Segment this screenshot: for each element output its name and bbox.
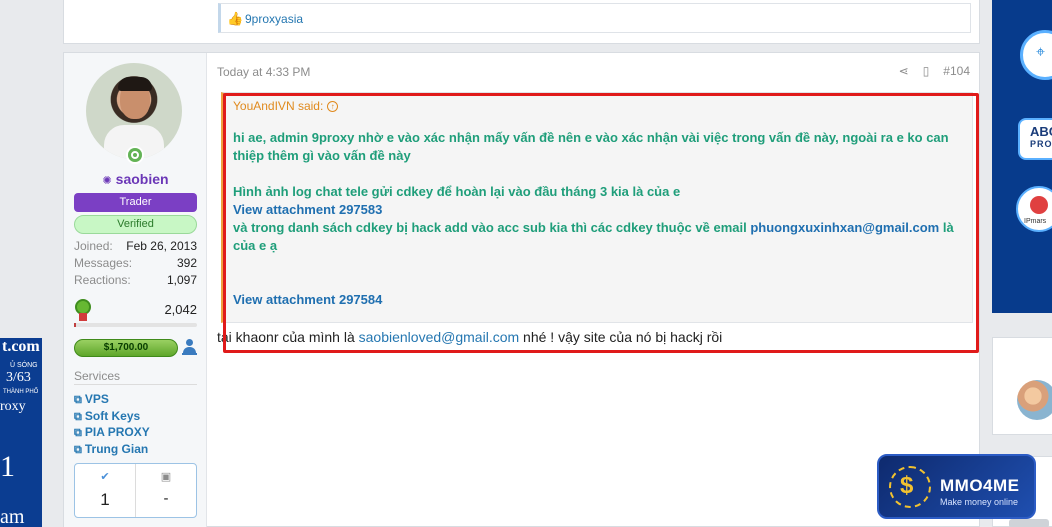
- post-number[interactable]: #104: [943, 64, 970, 78]
- reactions-bar[interactable]: 👍 9proxyasia: [218, 3, 971, 33]
- quote-author: YouAndIVN said:: [233, 99, 324, 113]
- stat-value: 1,097: [166, 273, 197, 287]
- left-ad-text: THÀNH PHỐ: [3, 389, 39, 395]
- balance-badge[interactable]: $1,700.00: [74, 339, 178, 357]
- ipmars-logo: IPmars: [1016, 186, 1052, 232]
- attachment-link[interactable]: View attachment 297584: [233, 291, 965, 309]
- points-value: 2,042: [164, 302, 197, 317]
- bookmark-icon[interactable]: ▯: [923, 64, 930, 78]
- quote-line: Hình ảnh log chat tele gửi cdkey để hoàn…: [233, 184, 681, 199]
- post-104: ✺ saobien Trader Verified Joined: Feb 26,…: [63, 52, 980, 527]
- previous-post: 👍 9proxyasia: [63, 0, 980, 44]
- trade-stat-cell[interactable]: ▣ -: [135, 464, 196, 517]
- username-text: saobien: [115, 171, 169, 187]
- email-link[interactable]: saobienloved@gmail.com: [359, 329, 520, 345]
- trophy-points[interactable]: 2,042: [74, 299, 197, 321]
- user-title-badge: Trader: [74, 193, 197, 212]
- post-body-text: tài khaonr của mình là saobienloved@gmai…: [217, 329, 723, 345]
- quote-block: YouAndIVN said: ↑ hi ae, admin 9proxy nhờ…: [221, 92, 973, 323]
- external-link-icon: ⧉: [74, 427, 82, 439]
- quote-body: hi ae, admin 9proxy nhờ e vào xác nhận m…: [233, 129, 965, 309]
- avatar[interactable]: [86, 63, 182, 159]
- reaction-user-link[interactable]: 9proxyasia: [245, 12, 303, 26]
- stat-row-messages: Messages: 392: [74, 256, 197, 273]
- points-progress-bar: [74, 323, 197, 327]
- verified-badge: Verified: [74, 215, 197, 234]
- dollar-coin-icon: $: [889, 466, 931, 508]
- user-rank-icon: ✺: [102, 175, 112, 187]
- user-info-column: ✺ saobien Trader Verified Joined: Feb 26,…: [64, 53, 207, 527]
- avatar[interactable]: [1017, 380, 1052, 420]
- online-status-icon: [126, 146, 144, 164]
- sidebar-card: [992, 337, 1052, 435]
- username[interactable]: ✺ saobien: [64, 171, 207, 187]
- trade-stat-value: -: [163, 490, 169, 507]
- divider: [74, 384, 197, 385]
- right-ad-banner[interactable]: ⌖ ABCPROXY IPmars: [992, 0, 1052, 313]
- left-ad-text: 3/63: [6, 370, 31, 385]
- external-link-icon: ⧉: [74, 411, 82, 423]
- stat-row-joined: Joined: Feb 26, 2013: [74, 239, 197, 256]
- trade-stat-value: 1: [100, 490, 110, 509]
- service-link-vps[interactable]: ⧉ VPS: [74, 392, 109, 407]
- check-badge-icon: ✔: [100, 471, 110, 483]
- email-link[interactable]: phuongxuxinhxan@gmail.com: [750, 220, 939, 235]
- brand-tagline: Make money online: [940, 497, 1019, 507]
- external-link-icon: ⧉: [74, 444, 82, 456]
- location-pin-icon: ⌖: [1036, 44, 1046, 61]
- arrow-up-icon: ↑: [327, 101, 339, 113]
- thumbs-up-icon: 👍: [227, 11, 244, 26]
- service-link-trung-gian[interactable]: ⧉ Trung Gian: [74, 442, 148, 457]
- services-heading: Services: [74, 369, 121, 383]
- stat-label: Joined:: [74, 239, 113, 253]
- left-ad-text: Ủ SÓNG: [10, 362, 38, 369]
- post-timestamp[interactable]: Today at 4:33 PM: [217, 65, 310, 79]
- quote-header[interactable]: YouAndIVN said: ↑: [224, 93, 972, 119]
- abc-proxy-logo: ABCPROXY: [1018, 118, 1052, 160]
- left-ad-banner[interactable]: t.com Ủ SÓNG 3/63 THÀNH PHỐ roxy 1 am: [0, 338, 42, 527]
- cash-icon: ▣: [160, 471, 172, 483]
- quote-paragraph: hi ae, admin 9proxy nhờ e vào xác nhận m…: [233, 130, 949, 163]
- stat-label: Messages:: [74, 256, 133, 270]
- quote-line: và trong danh sách cdkey bị hack add vào…: [233, 220, 954, 253]
- stat-row-reactions: Reactions: 1,097: [74, 273, 197, 290]
- left-ad-text: 1: [0, 450, 15, 483]
- service-link-soft-keys[interactable]: ⧉ Soft Keys: [74, 409, 140, 424]
- trade-stat-cell[interactable]: ✔ 1: [75, 464, 135, 517]
- mmo4me-badge[interactable]: $ MMO4ME Make money online: [877, 454, 1036, 519]
- stat-label: Reactions:: [74, 273, 131, 287]
- trade-stats-box: ✔ 1 ▣ -: [74, 463, 197, 518]
- attachment-link[interactable]: View attachment 297583: [233, 201, 965, 219]
- user-icon[interactable]: [182, 339, 197, 355]
- user-stats: Joined: Feb 26, 2013 Messages: 392 React…: [74, 239, 197, 290]
- sidebar-placeholder: [1009, 519, 1049, 527]
- service-link-pia-proxy[interactable]: ⧉ PIA PROXY: [74, 425, 150, 440]
- external-link-icon: ⧉: [74, 394, 82, 406]
- stat-value: Feb 26, 2013: [126, 239, 197, 253]
- medal-icon: [74, 299, 92, 321]
- stat-value[interactable]: 392: [177, 256, 197, 273]
- left-ad-text: am: [0, 506, 25, 527]
- left-ad-text: roxy: [0, 399, 26, 414]
- share-icon[interactable]: ⋖: [899, 64, 909, 78]
- brand-name: MMO4ME: [940, 476, 1020, 495]
- post-actions: ⋖ ▯ #104: [899, 64, 970, 78]
- left-ad-text: t.com: [2, 338, 40, 355]
